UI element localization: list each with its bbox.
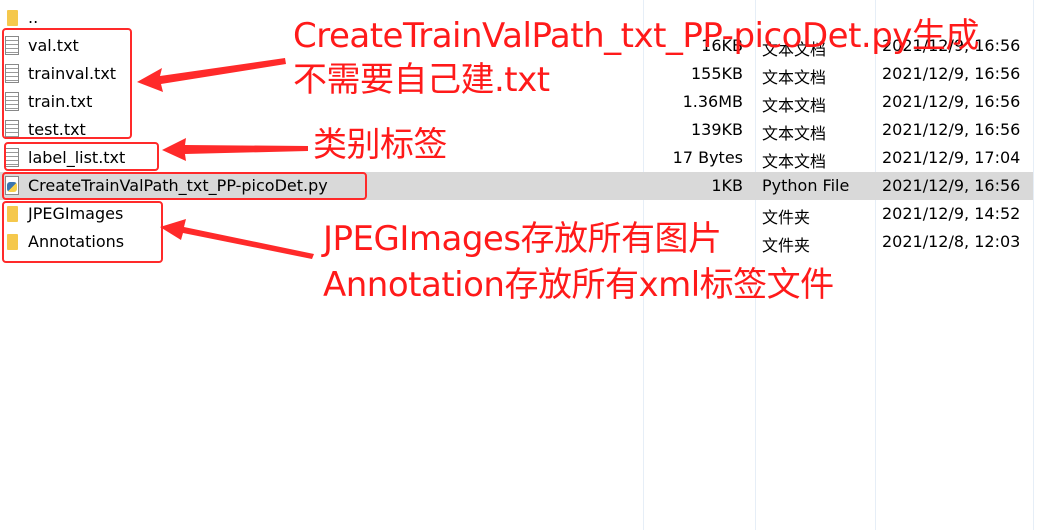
annotation-folders-line1: JPEGImages存放所有图片	[323, 219, 722, 259]
annotation-split-files-line1: CreateTrainValPath_txt_PP-picoDet.py生成	[293, 16, 979, 56]
arrow-icon	[160, 219, 314, 259]
arrow-icon	[162, 138, 308, 161]
arrow-icon	[137, 58, 286, 92]
annotation-split-files-line2: 不需要自己建.txt	[293, 60, 550, 100]
annotation-folders-line2: Annotation存放所有xml标签文件	[323, 265, 834, 305]
annotation-label-list: 类别标签	[313, 125, 448, 165]
